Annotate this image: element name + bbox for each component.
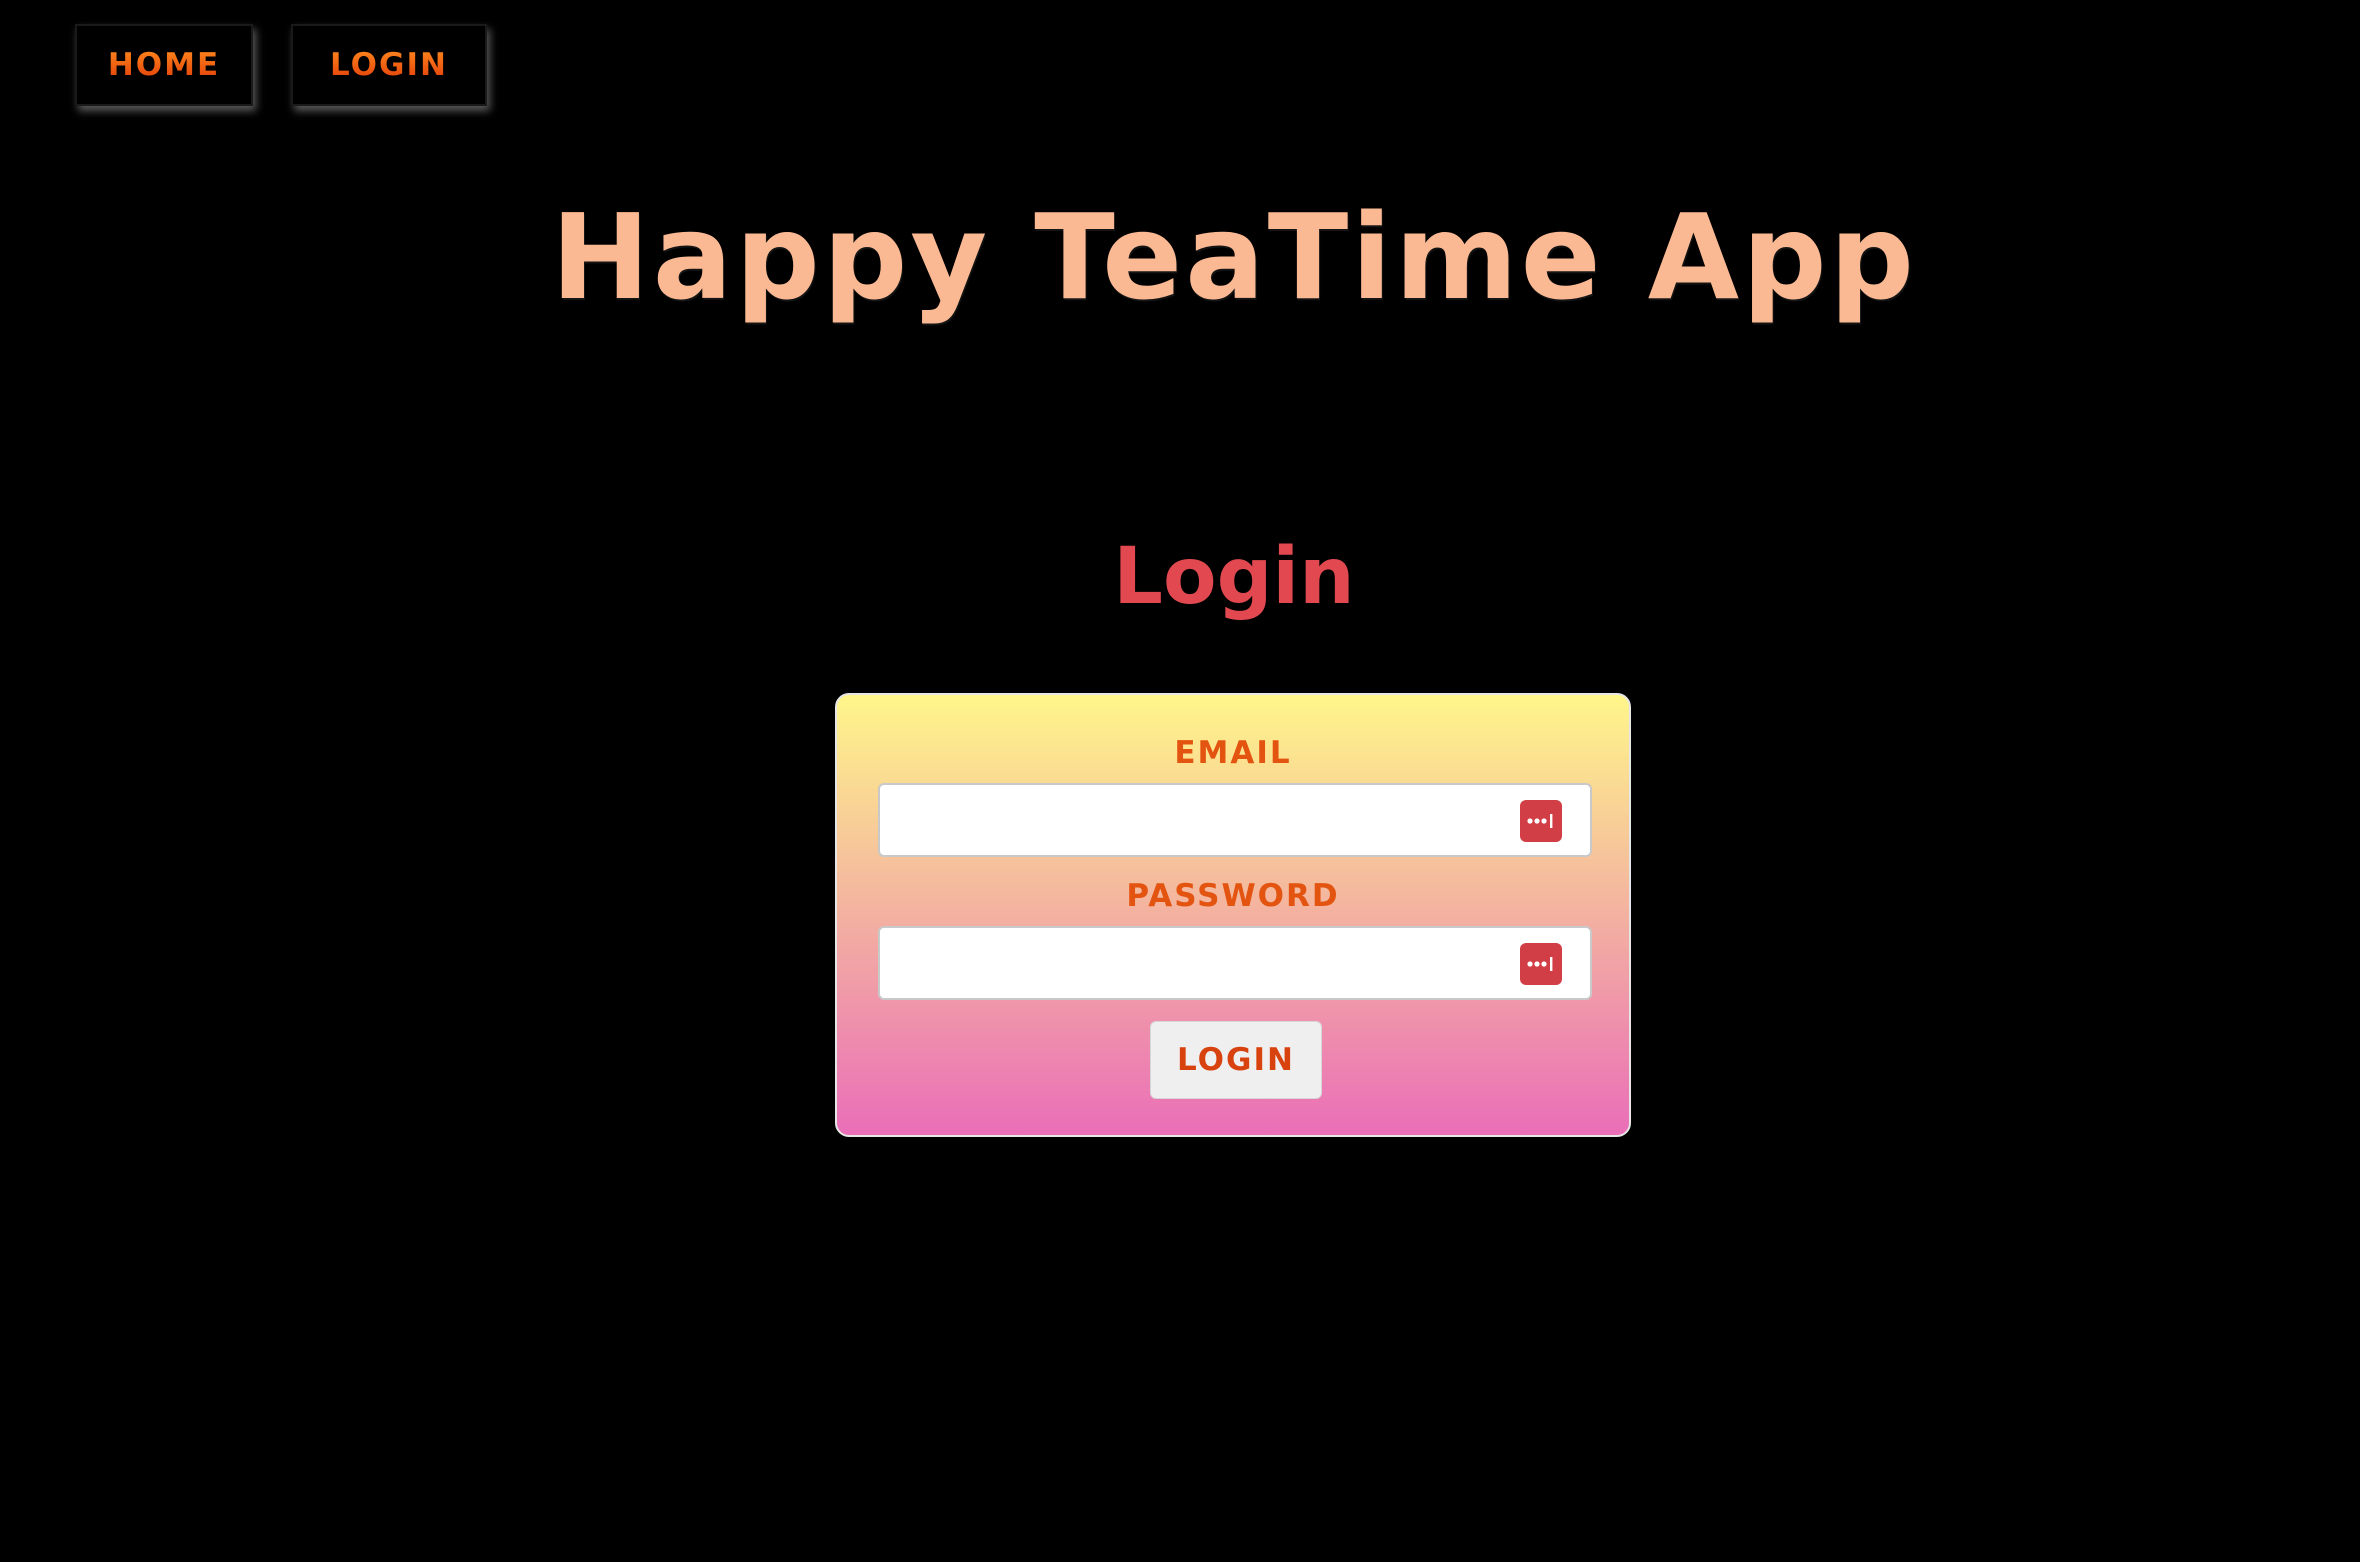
login-heading: Login — [1113, 532, 1355, 622]
password-dots-icon-glyph — [1527, 814, 1553, 828]
nav-login-button[interactable]: Login — [291, 24, 487, 106]
nav-login-label: Login — [330, 47, 448, 83]
app-title: Happy TeaTime App — [550, 188, 1918, 326]
password-dots-icon-glyph — [1527, 957, 1553, 971]
top-nav: Home Login — [75, 24, 487, 106]
password-field[interactable] — [894, 938, 1498, 990]
password-dots-icon[interactable] — [1520, 943, 1562, 985]
email-field-container — [878, 783, 1592, 857]
password-label: Password — [1126, 878, 1340, 914]
email-field[interactable] — [894, 795, 1498, 847]
password-dots-icon[interactable] — [1520, 800, 1562, 842]
login-submit-button[interactable]: Login — [1150, 1021, 1322, 1099]
login-form: Email Password Login — [835, 693, 1631, 1137]
nav-home-label: Home — [107, 47, 221, 83]
nav-home-button[interactable]: Home — [75, 24, 253, 106]
password-field-container — [878, 926, 1592, 1000]
email-label: Email — [1174, 735, 1292, 771]
